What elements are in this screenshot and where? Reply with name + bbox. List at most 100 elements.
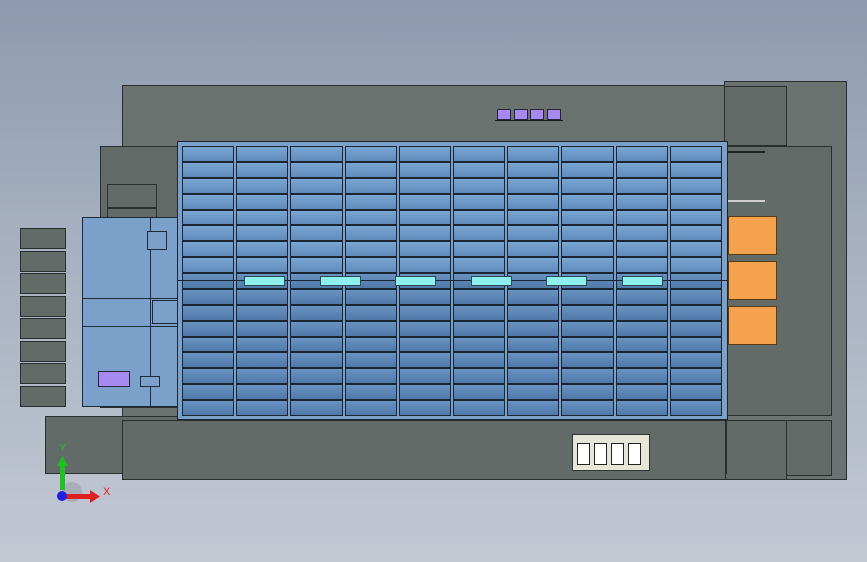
solar-module [344, 177, 397, 194]
solar-module [453, 336, 506, 353]
solar-module [669, 384, 722, 401]
solar-module [236, 161, 289, 178]
solar-module [561, 257, 614, 274]
solar-module [398, 161, 451, 178]
solar-module [398, 320, 451, 337]
solar-module [236, 241, 289, 258]
solar-module [561, 209, 614, 226]
solar-module [236, 304, 289, 321]
solar-module [561, 193, 614, 210]
solar-module [507, 161, 560, 178]
solar-module [182, 336, 235, 353]
solar-module [290, 288, 343, 305]
solar-module [561, 241, 614, 258]
solar-module [615, 257, 668, 274]
solar-module [669, 400, 722, 416]
purple-top-box [513, 109, 528, 120]
solar-module [453, 400, 506, 416]
left-stack-box [20, 340, 66, 362]
solar-module [615, 352, 668, 369]
solar-module [561, 225, 614, 242]
solar-module [615, 304, 668, 321]
solar-module [561, 304, 614, 321]
solar-module [507, 146, 560, 162]
left-stack-box [20, 318, 66, 339]
solar-module [182, 304, 235, 321]
white-block [628, 443, 641, 465]
solar-module [290, 177, 343, 194]
solar-module [669, 209, 722, 226]
solar-module [344, 336, 397, 353]
cyan-bar [244, 276, 285, 286]
solar-module [669, 177, 722, 194]
solar-module [507, 193, 560, 210]
solar-module [398, 257, 451, 274]
white-block [577, 443, 590, 465]
solar-module [615, 161, 668, 178]
solar-module [398, 400, 451, 416]
solar-module [398, 209, 451, 226]
solar-module [398, 384, 451, 401]
solar-module [453, 352, 506, 369]
solar-module [453, 384, 506, 401]
solar-module [507, 320, 560, 337]
solar-module [507, 225, 560, 242]
y-axis-arrowhead [57, 456, 68, 466]
cyan-bar [319, 276, 361, 286]
solar-module [236, 352, 289, 369]
solar-module [507, 257, 560, 274]
solar-module [398, 352, 451, 369]
solar-module [290, 384, 343, 401]
solar-module [182, 384, 235, 401]
cyan-bar [621, 276, 663, 286]
solar-module [290, 320, 343, 337]
solar-module [290, 209, 343, 226]
control-panel-small-box [147, 231, 167, 250]
solar-module [290, 146, 343, 162]
solar-module [453, 146, 506, 162]
solar-module [290, 352, 343, 369]
solar-module [236, 257, 289, 274]
solar-module [669, 320, 722, 337]
solar-module [615, 368, 668, 385]
solar-module [669, 304, 722, 321]
solar-module [669, 368, 722, 385]
right-rail-line-1 [728, 151, 765, 153]
solar-module [507, 209, 560, 226]
left-stack-box [20, 250, 66, 272]
solar-module [453, 320, 506, 337]
solar-module [669, 257, 722, 274]
solar-module [507, 368, 560, 385]
solar-module [236, 146, 289, 162]
solar-module [507, 304, 560, 321]
left-stack-box [20, 273, 66, 294]
purple-top-box [530, 109, 544, 120]
left-block-1 [107, 184, 157, 208]
solar-module [507, 288, 560, 305]
left-stack-box [20, 228, 66, 249]
solar-module [182, 177, 235, 194]
solar-module [561, 336, 614, 353]
solar-module [669, 225, 722, 242]
purple-top-box [497, 109, 511, 120]
solar-module [561, 161, 614, 178]
solar-module [344, 400, 397, 416]
solar-module [453, 193, 506, 210]
right-rail-line-2 [728, 200, 765, 202]
solar-module [669, 146, 722, 162]
solar-module [561, 368, 614, 385]
left-stack-box [20, 363, 66, 384]
solar-module [344, 146, 397, 162]
solar-module [236, 225, 289, 242]
control-panel-side-box [152, 300, 178, 324]
solar-module [236, 288, 289, 305]
solar-module [398, 146, 451, 162]
solar-module [615, 320, 668, 337]
y-axis-arrow [60, 464, 65, 490]
orange-box [728, 216, 777, 255]
solar-module [561, 177, 614, 194]
solar-module [669, 288, 722, 305]
solar-module [615, 225, 668, 242]
solar-module [561, 384, 614, 401]
control-panel-divider-h [82, 298, 182, 299]
